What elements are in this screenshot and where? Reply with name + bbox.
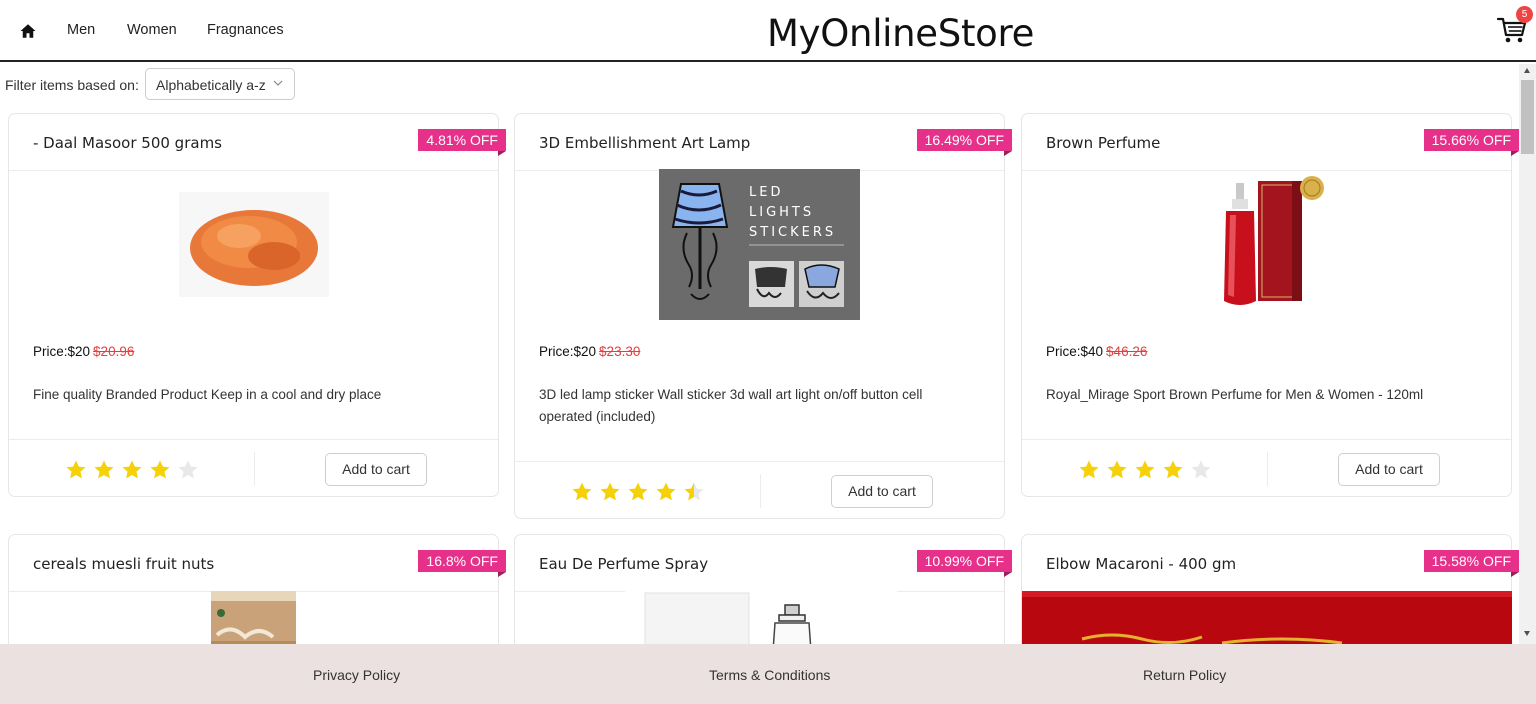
product-title[interactable]: Elbow Macaroni - 400 gm xyxy=(1046,555,1236,573)
current-price: Price:$20 xyxy=(539,344,597,359)
return-policy-link[interactable]: Return Policy xyxy=(1143,667,1226,683)
star-full-icon xyxy=(628,482,648,501)
discount-badge: 16.8% OFF xyxy=(418,550,506,577)
star-full-icon xyxy=(66,460,86,479)
original-price: $20.96 xyxy=(93,344,135,359)
image-text-stickers: STICKERS xyxy=(749,225,836,240)
product-image[interactable] xyxy=(179,192,329,297)
page-scrollbar[interactable] xyxy=(1519,64,1536,644)
star-half-icon xyxy=(684,482,704,501)
card-footer: Add to cart xyxy=(1022,439,1511,497)
product-description: Royal_Mirage Sport Brown Perfume for Men… xyxy=(1046,387,1424,402)
discount-badge: 15.58% OFF xyxy=(1423,550,1520,577)
chevron-down-icon xyxy=(273,80,283,86)
product-card: - Daal Masoor 500 grams 4.81% OFF Price:… xyxy=(8,113,506,497)
top-navbar: Men Women Fragnances MyOnlineStore 5 xyxy=(0,0,1536,62)
product-image[interactable] xyxy=(1212,171,1332,316)
add-to-cart-button[interactable]: Add to cart xyxy=(1338,453,1440,486)
add-to-cart-button[interactable]: Add to cart xyxy=(325,453,427,486)
sort-select[interactable]: Alphabetically a-z xyxy=(145,68,295,100)
product-image[interactable] xyxy=(625,591,897,651)
page-footer: Privacy Policy Terms & Conditions Return… xyxy=(0,644,1536,704)
star-full-icon xyxy=(572,482,592,501)
footer-divider xyxy=(1267,452,1268,486)
product-description: Fine quality Branded Product Keep in a c… xyxy=(33,387,382,402)
scrollbar-thumb[interactable] xyxy=(1521,80,1534,154)
price: Price:$40 $46.26 xyxy=(1046,344,1147,359)
current-price: Price:$20 xyxy=(33,344,91,359)
price: Price:$20 $23.30 xyxy=(539,344,640,359)
footer-divider xyxy=(254,452,255,486)
nav-link-women[interactable]: Women xyxy=(127,22,177,38)
card-footer: Add to cart xyxy=(9,439,498,497)
terms-conditions-link[interactable]: Terms & Conditions xyxy=(709,667,830,683)
rating-stars xyxy=(64,458,200,482)
footer-divider xyxy=(760,474,761,508)
product-image[interactable] xyxy=(1022,591,1512,651)
star-full-icon xyxy=(1135,460,1155,479)
product-card: 3D Embellishment Art Lamp 16.49% OFF LED… xyxy=(514,113,1013,519)
star-full-icon xyxy=(600,482,620,501)
sort-select-value: Alphabetically a-z xyxy=(156,77,266,93)
image-text-led: LED xyxy=(749,185,783,200)
card-header: Eau De Perfume Spray 10.99% OFF xyxy=(515,535,1013,592)
price: Price:$20 $20.96 xyxy=(33,344,134,359)
brand-title[interactable]: MyOnlineStore xyxy=(767,12,1034,55)
discount-badge: 15.66% OFF xyxy=(1423,129,1520,156)
original-price: $23.30 xyxy=(599,344,641,359)
star-full-icon xyxy=(656,482,676,501)
product-image[interactable]: LED LIGHTS STICKERS xyxy=(659,169,860,320)
product-image[interactable] xyxy=(211,591,296,651)
cart-count-badge: 5 xyxy=(1516,6,1533,23)
star-empty-icon xyxy=(178,460,198,479)
star-full-icon xyxy=(1107,460,1127,479)
nav-link-men[interactable]: Men xyxy=(67,22,95,38)
add-to-cart-button[interactable]: Add to cart xyxy=(831,475,933,508)
nav-link-fragrances[interactable]: Fragnances xyxy=(207,22,284,38)
product-title[interactable]: - Daal Masoor 500 grams xyxy=(33,134,222,152)
star-full-icon xyxy=(122,460,142,479)
card-header: - Daal Masoor 500 grams 4.81% OFF xyxy=(9,114,506,171)
star-empty-icon xyxy=(1191,460,1211,479)
product-title[interactable]: 3D Embellishment Art Lamp xyxy=(539,134,750,152)
scroll-up-icon[interactable] xyxy=(1524,68,1530,73)
discount-badge: 10.99% OFF xyxy=(916,550,1013,577)
privacy-policy-link[interactable]: Privacy Policy xyxy=(313,667,400,683)
rating-stars xyxy=(1077,458,1213,482)
star-full-icon xyxy=(1163,460,1183,479)
product-description: 3D led lamp sticker Wall sticker 3d wall… xyxy=(539,387,923,424)
product-title[interactable]: Brown Perfume xyxy=(1046,134,1160,152)
scroll-down-icon[interactable] xyxy=(1524,631,1530,636)
discount-badge: 16.49% OFF xyxy=(916,129,1013,156)
discount-badge: 4.81% OFF xyxy=(418,129,506,156)
product-title[interactable]: cereals muesli fruit nuts xyxy=(33,555,214,573)
card-header: Elbow Macaroni - 400 gm 15.58% OFF xyxy=(1022,535,1520,592)
image-text-lights: LIGHTS xyxy=(749,205,814,220)
card-header: 3D Embellishment Art Lamp 16.49% OFF xyxy=(515,114,1013,171)
filter-label: Filter items based on: xyxy=(5,77,139,93)
rating-stars xyxy=(570,480,706,504)
current-price: Price:$40 xyxy=(1046,344,1104,359)
home-icon[interactable] xyxy=(19,22,37,40)
star-full-icon xyxy=(94,460,114,479)
product-title[interactable]: Eau De Perfume Spray xyxy=(539,555,708,573)
card-footer: Add to cart xyxy=(515,461,1004,519)
star-full-icon xyxy=(1079,460,1099,479)
original-price: $46.26 xyxy=(1106,344,1148,359)
card-header: Brown Perfume 15.66% OFF xyxy=(1022,114,1520,171)
card-header: cereals muesli fruit nuts 16.8% OFF xyxy=(9,535,506,592)
product-card: Brown Perfume 15.66% OFF Price:$40 $46.26… xyxy=(1021,113,1520,497)
star-full-icon xyxy=(150,460,170,479)
